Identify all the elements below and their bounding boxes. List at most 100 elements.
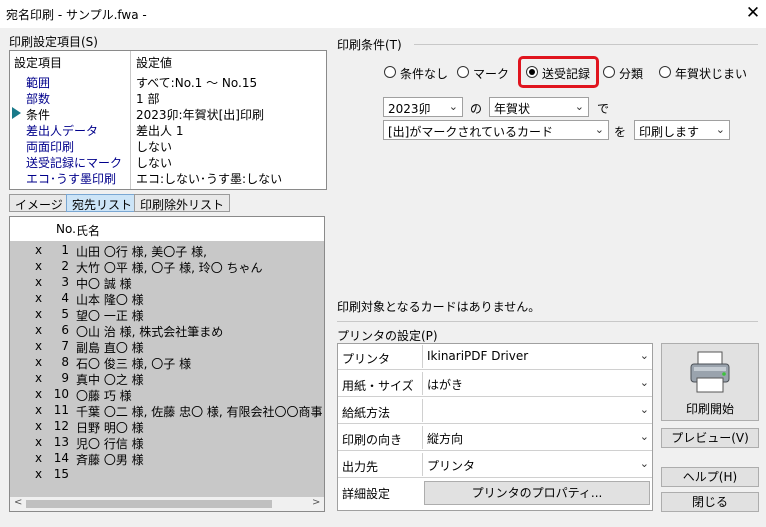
list-item-name: 大竹 〇平 様, 〇子 様, 玲〇 ちゃん	[76, 261, 263, 275]
printer-icon	[690, 351, 730, 393]
settings-row-condition[interactable]: 条件 2023卯:年賀状[出]印刷	[10, 105, 326, 122]
exclude-mark: x	[35, 387, 43, 401]
print-start-label: 印刷開始	[685, 402, 734, 416]
horizontal-scrollbar[interactable]: < >	[10, 497, 324, 511]
orientation-value: 縦方向	[427, 432, 464, 446]
paper-size-row: 用紙・サイズ はがき ⌄	[338, 371, 652, 397]
radio-new-year-end[interactable]: 年賀状じまい	[659, 64, 747, 81]
list-item-no: 7	[61, 339, 69, 353]
list-item[interactable]: x 5 望〇 一正 様	[10, 307, 324, 323]
settings-row-copies[interactable]: 部数 1 部	[10, 89, 326, 106]
list-item[interactable]: x 6 〇山 治 様, 株式会社筆まめ	[10, 323, 324, 339]
tab-exclusion-list[interactable]: 印刷除外リスト	[134, 194, 231, 212]
radio-label: 条件なし	[400, 67, 449, 81]
action-select[interactable]: 印刷します ⌄	[634, 120, 730, 140]
print-start-button[interactable]: 印刷開始	[661, 343, 759, 421]
list-item-no: 1	[61, 243, 69, 257]
settings-row-sender[interactable]: 差出人データ 差出人 1	[10, 121, 326, 138]
address-list: No. 氏名 x 1 山田 〇行 様, 美〇子 様, x 2 大竹 〇平 様, 〇子 様…	[9, 216, 325, 512]
list-header: No. 氏名	[10, 217, 324, 239]
list-item[interactable]: x 11 千葉 〇二 様, 佐藤 忠〇 様, 有限会社〇〇商事	[10, 403, 324, 419]
mark-condition-select[interactable]: [出]がマークされているカード ⌄	[383, 120, 609, 140]
list-item[interactable]: x 3 中〇 誠 様	[10, 275, 324, 291]
output-value: プリンタ	[427, 459, 476, 473]
list-item[interactable]: x 10 〇藤 巧 様	[10, 387, 324, 403]
orientation-select[interactable]: 縦方向 ⌄	[422, 426, 652, 449]
paper-size-select[interactable]: はがき ⌄	[422, 372, 652, 395]
radio-category[interactable]: 分類	[603, 64, 647, 81]
detail-settings-label: 詳細設定	[342, 487, 391, 501]
settings-header-value: 設定値	[136, 56, 173, 70]
list-item-name: 〇藤 巧 様	[76, 389, 132, 403]
settings-row-record-mark[interactable]: 送受記録にマーク しない	[10, 153, 326, 170]
close-button[interactable]: 閉じる	[661, 492, 759, 512]
list-item[interactable]: x 15	[10, 467, 324, 483]
paper-feed-row: 給紙方法 ⌄	[338, 398, 652, 424]
printer-row-key: 用紙・サイズ	[342, 379, 414, 393]
preview-button[interactable]: プレビュー(V)	[661, 428, 759, 448]
scroll-right-icon[interactable]: >	[312, 497, 320, 508]
output-select[interactable]: プリンタ ⌄	[422, 453, 652, 476]
settings-row-range[interactable]: 範囲 すべて:No.1 〜 No.15	[10, 73, 326, 90]
current-row-pointer-icon	[12, 107, 21, 119]
list-item[interactable]: x 7 副島 直〇 様	[10, 339, 324, 355]
year-select-value: 2023卯	[388, 102, 431, 116]
printer-value: IkinariPDF Driver	[427, 349, 529, 363]
list-item[interactable]: x 2 大竹 〇平 様, 〇子 様, 玲〇 ちゃん	[10, 259, 324, 275]
settings-row-eco[interactable]: エコ･うす墨印刷 エコ:しない･うす墨:しない	[10, 169, 326, 186]
tab-address-list[interactable]: 宛先リスト	[66, 194, 139, 212]
tab-image[interactable]: イメージ	[9, 194, 69, 212]
paper-size-value: はがき	[427, 378, 464, 392]
particle-de: で	[597, 102, 610, 116]
printer-properties-button[interactable]: プリンタのプロパティ...	[424, 481, 650, 505]
help-button[interactable]: ヘルプ(H)	[661, 467, 759, 487]
particle-wo: を	[614, 125, 627, 139]
radio-selected-icon	[526, 66, 538, 78]
chevron-down-icon: ⌄	[574, 100, 584, 113]
list-item[interactable]: x 8 石〇 俊三 様, 〇子 様	[10, 355, 324, 371]
year-select[interactable]: 2023卯 ⌄	[383, 97, 463, 117]
conditions-section-label: 印刷条件(T)	[337, 38, 402, 52]
chevron-down-icon: ⌄	[639, 349, 649, 362]
paper-feed-select[interactable]: ⌄	[422, 399, 652, 422]
settings-row-duplex[interactable]: 両面印刷 しない	[10, 137, 326, 154]
status-message: 印刷対象となるカードはありません。	[337, 300, 541, 314]
radio-icon	[603, 66, 615, 78]
detail-row: 詳細設定 プリンタのプロパティ...	[338, 479, 652, 505]
exclude-mark: x	[35, 435, 43, 449]
list-item[interactable]: x 12 日野 明〇 様	[10, 419, 324, 435]
list-item[interactable]: x 13 児〇 行信 様	[10, 435, 324, 451]
radio-no-condition[interactable]: 条件なし	[384, 64, 449, 81]
list-item[interactable]: x 4 山本 隆〇 様	[10, 291, 324, 307]
radio-send-receive-record[interactable]: 送受記録	[526, 64, 592, 81]
list-item-name: 副島 直〇 様	[76, 341, 144, 355]
scroll-left-icon[interactable]: <	[14, 497, 22, 508]
settings-table-header: 設定項目 設定値	[10, 51, 326, 71]
exclude-mark: x	[35, 419, 43, 433]
list-item[interactable]: x 14 斉藤 〇男 様	[10, 451, 324, 467]
list-item-no: 13	[53, 435, 69, 449]
window-title: 宛名印刷 - サンプル.fwa -	[6, 8, 147, 22]
particle-no: の	[470, 102, 483, 116]
printer-row-key: 給紙方法	[342, 406, 391, 420]
settings-table: 設定項目 設定値 範囲 すべて:No.1 〜 No.15 部数 1 部 条件 2…	[9, 50, 327, 190]
list-item-name: 中〇 誠 様	[76, 277, 132, 291]
exclude-mark: x	[35, 467, 43, 481]
list-item[interactable]: x 9 真中 〇之 様	[10, 371, 324, 387]
scrollbar-thumb[interactable]	[26, 500, 272, 508]
list-item[interactable]: x 1 山田 〇行 様, 美〇子 様,	[10, 243, 324, 259]
list-item-name: 山本 隆〇 様	[76, 293, 144, 307]
list-item-name: 〇山 治 様, 株式会社筆まめ	[76, 325, 224, 339]
list-item-no: 6	[61, 323, 69, 337]
card-type-select[interactable]: 年賀状 ⌄	[489, 97, 589, 117]
chevron-down-icon: ⌄	[639, 457, 649, 470]
chevron-down-icon: ⌄	[594, 123, 604, 136]
printer-select[interactable]: IkinariPDF Driver ⌄	[422, 345, 652, 368]
settings-section-label: 印刷設定項目(S)	[9, 35, 98, 49]
close-icon[interactable]: ✕	[742, 2, 764, 24]
list-item-name: 日野 明〇 様	[76, 421, 144, 435]
radio-mark[interactable]: マーク	[457, 64, 509, 81]
group-divider	[414, 44, 758, 45]
radio-label: 送受記録	[542, 67, 591, 81]
list-header-no: No.	[56, 222, 76, 236]
